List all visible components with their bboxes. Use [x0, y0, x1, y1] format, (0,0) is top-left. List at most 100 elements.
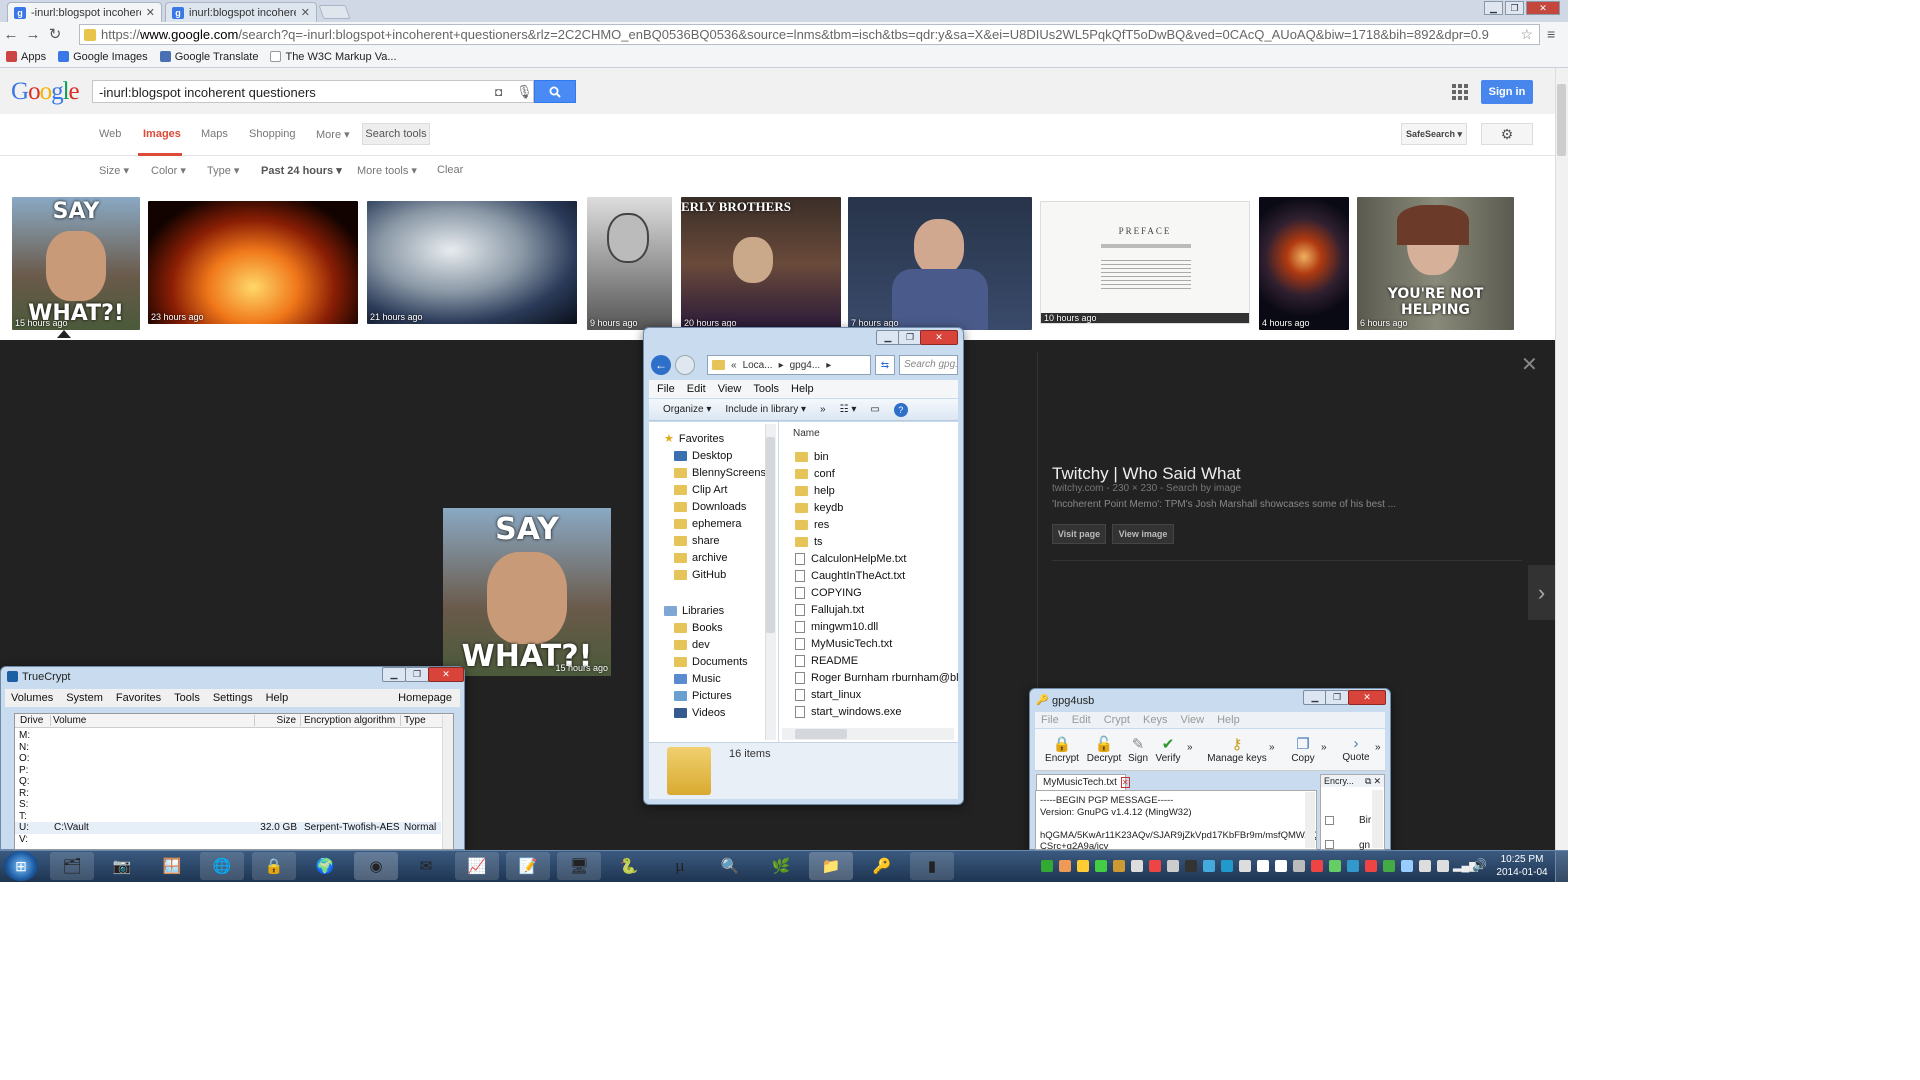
taskbar-globe-icon[interactable]: 🌐 [200, 852, 244, 880]
image-result[interactable]: 23 hours ago [148, 201, 358, 324]
menu-view[interactable]: View [718, 383, 742, 395]
tab-shopping[interactable]: Shopping [249, 128, 296, 140]
more-tools-icon[interactable]: » [1269, 742, 1275, 753]
column-algorithm[interactable]: Encryption algorithm [301, 715, 401, 726]
key-checkbox[interactable] [1325, 840, 1334, 849]
minimize-button[interactable]: ▁ [1484, 1, 1503, 15]
taskbar-notes-icon[interactable]: ▮ [910, 852, 954, 880]
tray-icon[interactable] [1185, 860, 1197, 872]
page-scrollbar[interactable] [1555, 68, 1568, 850]
menu-crypt[interactable]: Crypt [1104, 714, 1130, 726]
file-item[interactable]: COPYING [795, 584, 958, 601]
taskbar-windows-icon[interactable]: 🪟 [150, 852, 194, 880]
filter-clear[interactable]: Clear [437, 164, 463, 176]
nav-share[interactable]: share [674, 532, 769, 549]
tab-web[interactable]: Web [99, 128, 121, 140]
microphone-icon[interactable]: 🎙 [516, 84, 533, 100]
include-library-button[interactable]: Include in library ▾ [725, 404, 806, 415]
drive-row[interactable]: S: [15, 799, 441, 811]
image-result[interactable]: 7 hours ago [848, 197, 1032, 330]
show-desktop-button[interactable] [1555, 851, 1568, 882]
browser-tab-active[interactable]: g -inurl:blogspot incoherent ✕ [7, 2, 162, 22]
close-button[interactable]: ✕ [1348, 690, 1386, 705]
tray-icon[interactable] [1077, 860, 1089, 872]
message-editor[interactable]: -----BEGIN PGP MESSAGE----- Version: Gnu… [1035, 790, 1317, 850]
taskbar-thunderbird-icon[interactable]: ✉ [404, 852, 448, 880]
filter-type[interactable]: Type ▾ [207, 164, 239, 177]
file-item[interactable]: MyMusicTech.txt [795, 635, 958, 652]
image-result[interactable]: YOU'RE NOT HELPING 6 hours ago [1357, 197, 1514, 330]
new-tab-button[interactable] [318, 5, 351, 19]
editor-scrollbar[interactable] [1305, 792, 1315, 848]
verify-button[interactable]: ✔ Verify [1153, 735, 1183, 764]
file-item[interactable]: CaughtInTheAct.txt [795, 567, 958, 584]
clock[interactable]: 10:25 PM 2014-01-04 [1494, 853, 1550, 879]
safesearch-button[interactable]: SafeSearch ▾ [1401, 123, 1467, 145]
drive-list-scrollbar[interactable] [442, 715, 453, 849]
tray-icon[interactable] [1383, 860, 1395, 872]
file-item[interactable]: help [795, 482, 958, 499]
search-input[interactable]: Search gpg... [899, 355, 958, 375]
tray-icon[interactable] [1257, 860, 1269, 872]
menu-edit[interactable]: Edit [687, 383, 706, 395]
volume-icon[interactable]: 🔊 [1472, 858, 1487, 872]
taskbar-chrome-icon[interactable]: ◉ [354, 852, 398, 880]
menu-help[interactable]: Help [1217, 714, 1240, 726]
taskbar-search-icon[interactable]: 🔍 [708, 852, 752, 880]
tray-icon[interactable] [1329, 860, 1341, 872]
close-tab-icon[interactable]: ✕ [1120, 777, 1130, 788]
more-commands-icon[interactable]: » [820, 404, 826, 415]
nav-dev[interactable]: dev [674, 636, 769, 653]
image-result[interactable]: SAY WHAT?! 15 hours ago [12, 197, 140, 330]
filter-time[interactable]: Past 24 hours ▾ [261, 164, 342, 177]
filter-color[interactable]: Color ▾ [151, 164, 186, 177]
menu-tools[interactable]: Tools [753, 383, 779, 395]
scrollbar-thumb[interactable] [795, 729, 847, 739]
file-item[interactable]: ts [795, 533, 958, 550]
preview-pane-icon[interactable]: ▭ [870, 404, 879, 415]
tray-icon[interactable] [1293, 860, 1305, 872]
nav-pictures[interactable]: Pictures [674, 687, 769, 704]
file-item[interactable]: CalculonHelpMe.txt [795, 550, 958, 567]
dock-float-icon[interactable]: ⧉ [1365, 776, 1373, 787]
tray-icon[interactable] [1131, 860, 1143, 872]
image-result[interactable]: 9 hours ago [587, 197, 672, 330]
taskbar-chart-icon[interactable]: 📈 [455, 852, 499, 880]
dock-close-icon[interactable]: ✕ [1373, 776, 1384, 787]
drive-row[interactable]: N: [15, 742, 441, 754]
tray-icon[interactable] [1311, 860, 1323, 872]
column-size[interactable]: Size [255, 715, 301, 726]
drive-row[interactable]: Q: [15, 776, 441, 788]
menu-system[interactable]: System [66, 692, 103, 704]
tray-icon[interactable] [1275, 860, 1287, 872]
filter-more-tools[interactable]: More tools ▾ [357, 164, 417, 177]
tray-icon[interactable] [1419, 860, 1431, 872]
start-button[interactable]: ⊞ [4, 851, 38, 881]
taskbar-monitor-icon[interactable]: 🖥 [557, 852, 601, 880]
menu-edit[interactable]: Edit [1072, 714, 1091, 726]
maximize-button[interactable]: ❐ [898, 330, 922, 345]
drive-row[interactable]: R: [15, 788, 441, 800]
file-item[interactable]: start_windows.exe [795, 703, 958, 720]
nav-archive[interactable]: archive [674, 549, 769, 566]
filter-size[interactable]: Size ▾ [99, 164, 129, 177]
manage-keys-button[interactable]: ⚷ Manage keys [1207, 735, 1267, 764]
taskbar-python-icon[interactable]: 🐍 [607, 852, 651, 880]
nav-documents[interactable]: Documents [674, 653, 769, 670]
file-item[interactable]: mingwm10.dll [795, 618, 958, 635]
favorites-header[interactable]: ★ Favorites [664, 430, 769, 447]
nav-github[interactable]: GitHub [674, 566, 769, 583]
column-header-name[interactable]: Name [793, 428, 820, 439]
nav-blennyscreens[interactable]: BlennyScreens in [674, 464, 769, 481]
menu-favorites[interactable]: Favorites [116, 692, 161, 704]
nav-clip-art[interactable]: Clip Art [674, 481, 769, 498]
refresh-icon[interactable]: ⇆ [875, 355, 895, 375]
column-type[interactable]: Type [401, 715, 441, 726]
copy-button[interactable]: ❐ Copy [1287, 735, 1319, 764]
organize-button[interactable]: Organize ▾ [663, 404, 711, 415]
more-tools-icon[interactable]: » [1321, 742, 1327, 753]
taskbar-truecrypt-icon[interactable]: 🔒 [252, 852, 296, 880]
nav-books[interactable]: Books [674, 619, 769, 636]
close-button[interactable]: ✕ [920, 330, 958, 345]
bookmark-google-images[interactable]: Google Images [58, 51, 148, 63]
